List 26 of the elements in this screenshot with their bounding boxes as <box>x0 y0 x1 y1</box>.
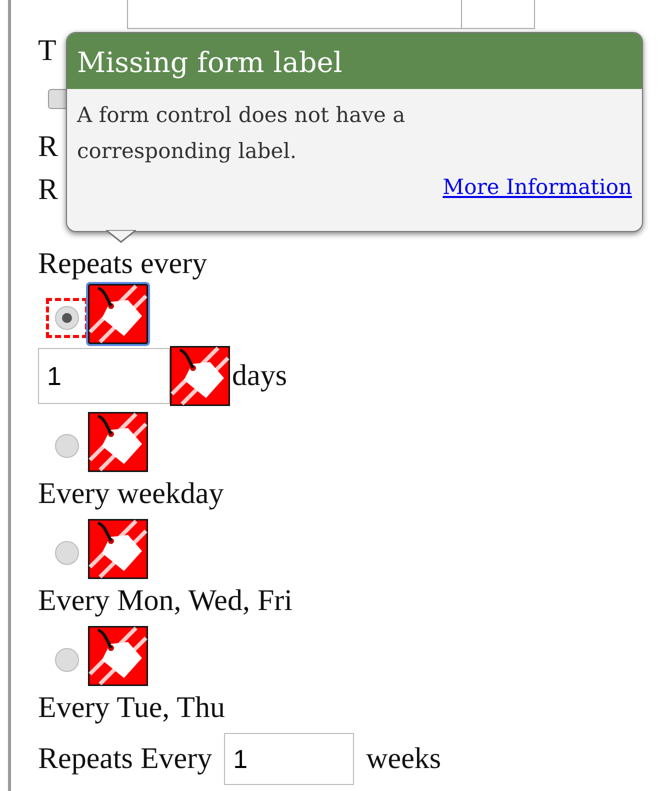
form-text: R <box>38 172 58 208</box>
number-field[interactable]: 1 <box>38 348 170 404</box>
form-text: Every Tue, Thu <box>38 690 225 726</box>
missing-label-icon[interactable] <box>88 284 148 344</box>
missing-label-icon[interactable] <box>88 412 148 472</box>
more-information-link[interactable]: More Information <box>442 175 632 199</box>
missing-label-icon[interactable] <box>170 346 230 406</box>
unit-label: days <box>232 358 287 394</box>
unit-label: weeks <box>366 741 442 777</box>
radio-button[interactable] <box>55 648 79 672</box>
radio-button[interactable] <box>55 434 79 458</box>
form-text: T <box>38 33 56 69</box>
radio-button[interactable] <box>55 306 79 330</box>
text-field[interactable] <box>127 0 535 29</box>
number-field[interactable]: 1 <box>224 733 354 785</box>
form-text: Repeats every <box>38 247 208 280</box>
tooltip-title: Missing form label <box>67 33 642 89</box>
missing-label-icon[interactable] <box>88 519 148 579</box>
form-text: R <box>38 129 58 165</box>
missing-label-icon[interactable] <box>88 626 148 686</box>
radio-button[interactable] <box>55 541 79 565</box>
form-text: Repeats Every <box>38 741 212 777</box>
form-text: Every Mon, Wed, Fri <box>38 583 293 619</box>
tooltip-message: A form control does not have a corresponding label. <box>77 102 406 165</box>
checkbox[interactable] <box>48 88 68 108</box>
form-text: Every weekday <box>38 476 224 512</box>
